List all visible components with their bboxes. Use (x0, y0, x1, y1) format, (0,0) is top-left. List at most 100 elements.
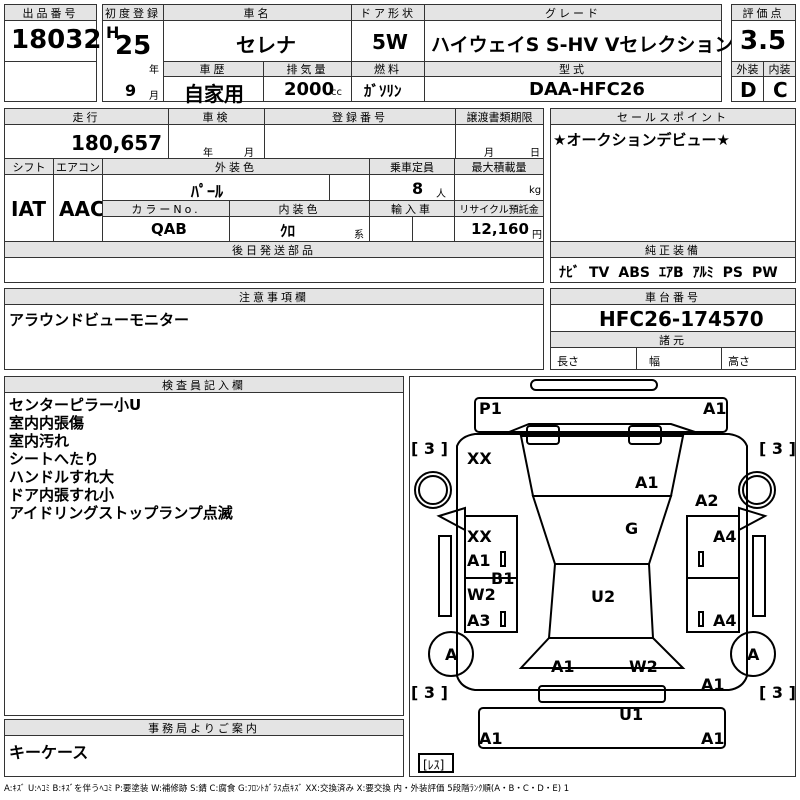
damage-code: U1 (619, 705, 643, 724)
height-label: 高さ (728, 355, 750, 368)
fuel-label: 燃料 (351, 61, 425, 77)
rear-bumper-strip (538, 685, 666, 703)
front-right-tire (738, 471, 776, 509)
capacity-unit: 人 (436, 189, 446, 200)
history-cell: 自家用 (163, 76, 264, 106)
aircon-cell: AAC (53, 174, 105, 242)
grade: ハイウェイS S-HV Vセレクション (431, 34, 734, 56)
history-label: 車歴 (163, 61, 264, 77)
inspection-year-unit: 年 (203, 148, 213, 159)
equipment-item: TV (589, 265, 610, 281)
exterior-color-extra-cell (329, 174, 370, 201)
transfer-deadline-label: 譲渡書類期限 (455, 108, 544, 125)
interior-color-suffix: 系 (354, 230, 364, 241)
max-load-unit: kg (529, 185, 542, 196)
inspector-note: 室内内張傷 (9, 414, 85, 432)
chassis-number-cell: HFC26-174570 (550, 304, 796, 332)
displacement: 2000 (284, 79, 335, 100)
equipment-item: ｱﾙﾐ (692, 265, 714, 281)
fuel-cell: ｶﾞｿﾘﾝ (351, 76, 425, 102)
lot-blank-cell (4, 61, 97, 102)
score-label: 評価点 (731, 4, 796, 21)
transfer-month-unit: 月 (484, 148, 494, 159)
capacity-cell: 8 人 (369, 174, 455, 201)
first-registration-cell: H 25 年 9 月 (102, 20, 164, 102)
lot-number-label: 出品番号 (4, 4, 97, 21)
interior-cell: C (763, 76, 796, 102)
exterior-color-label: 外装色 (102, 158, 370, 175)
height-cell: 高さ (721, 347, 796, 370)
equipment-list: ﾅﾋﾞ TV ABS ｴｱB ｱﾙﾐ PS PW (559, 262, 787, 282)
equipment-item: PS (722, 265, 743, 281)
registration-number-label: 登録番号 (264, 108, 456, 125)
inspector-notes-cell: センターピラー小U 室内内張傷 室内汚れ シートへたり ハンドルすれ大 ドア内張… (4, 392, 404, 716)
width-cell: 幅 (636, 347, 722, 370)
grade-label: グレード (424, 4, 722, 21)
damage-code: A1 (635, 473, 659, 492)
inspector-notes-label: 検査員記入欄 (4, 376, 404, 393)
length-label: 長さ (557, 355, 579, 368)
registration-number-cell (264, 124, 456, 159)
interior-color-cell: ｸﾛ 系 (229, 216, 370, 242)
tire-label: A (747, 645, 760, 664)
right-mirror (738, 506, 768, 532)
damage-code: A1 (479, 729, 503, 748)
car-diagram: [ 3 ] [ 3 ] [ 3 ] [ 3 ] A A [ﾚｽ] P1 A1 X… (411, 379, 796, 773)
damage-code: P1 (479, 399, 502, 418)
score-cell: 3.5 (731, 20, 796, 62)
damage-code: A3 (467, 611, 491, 630)
later-parts-label: 後日発送部品 (4, 241, 544, 258)
door-handle (500, 611, 506, 627)
inspection-month-unit: 月 (244, 148, 254, 159)
notes-cell: アラウンドビューモニター (4, 304, 544, 370)
specs-label: 諸元 (550, 331, 796, 348)
recycle-cell: 12,160 円 (454, 216, 544, 242)
front-left-tire (414, 471, 452, 509)
equipment-item: ABS (618, 265, 650, 281)
left-mirror (436, 506, 466, 532)
tire-label: A (445, 645, 458, 664)
interior-grade: C (773, 78, 788, 102)
damage-code: G (625, 519, 638, 538)
damage-code: U2 (591, 587, 615, 606)
inspector-note: センターピラー小U (9, 396, 142, 414)
exterior-grade: D (740, 78, 757, 102)
aircon: AAC (59, 197, 105, 221)
month-unit: 月 (149, 91, 159, 102)
year-unit: 年 (149, 65, 159, 76)
recycle-unit: 円 (532, 230, 542, 241)
color-number-cell: QAB (102, 216, 230, 242)
lot-number-cell: 18032 (4, 20, 101, 62)
door-cell: 5W (351, 20, 425, 62)
damage-code: W2 (629, 657, 658, 676)
import-label: 輸入車 (369, 200, 455, 217)
first-reg-year: 25 (115, 31, 152, 61)
lot-number: 18032 (11, 25, 102, 55)
office-notice-label: 事務局よりご案内 (4, 719, 404, 736)
damage-code: A2 (695, 491, 719, 510)
capacity: 8 (412, 179, 424, 198)
shift: IAT (11, 197, 47, 221)
damage-code: A1 (701, 729, 725, 748)
exterior-color: ﾊﾟｰﾙ (191, 182, 224, 201)
aircon-label: エアコン (53, 158, 103, 175)
capacity-label: 乗車定員 (369, 158, 455, 175)
damage-code: W2 (467, 585, 496, 604)
displacement-label: 排気量 (263, 61, 352, 77)
sales-point-cell: ★オークションデビュー★ (550, 124, 796, 242)
later-parts-cell (4, 257, 544, 283)
tread-mark: [ 3 ] (411, 683, 448, 702)
exterior-cell: D (731, 76, 764, 102)
damage-code: A4 (713, 611, 737, 630)
inspector-note: ドア内張すれ小 (9, 486, 115, 504)
sales-point-text: ★オークションデビュー★ (553, 131, 730, 149)
car-name-label: 車名 (163, 4, 352, 21)
interior-color-label: 内装色 (229, 200, 370, 217)
office-notice-text: キーケース (9, 743, 89, 762)
rear-window (518, 637, 686, 669)
transfer-day-unit: 日 (530, 148, 540, 159)
damage-code: A1 (467, 551, 491, 570)
grade-cell: ハイウェイS S-HV Vセレクション (424, 20, 733, 62)
damage-code: A4 (713, 527, 737, 546)
recycle-label: リサイクル預託金 (454, 200, 544, 217)
